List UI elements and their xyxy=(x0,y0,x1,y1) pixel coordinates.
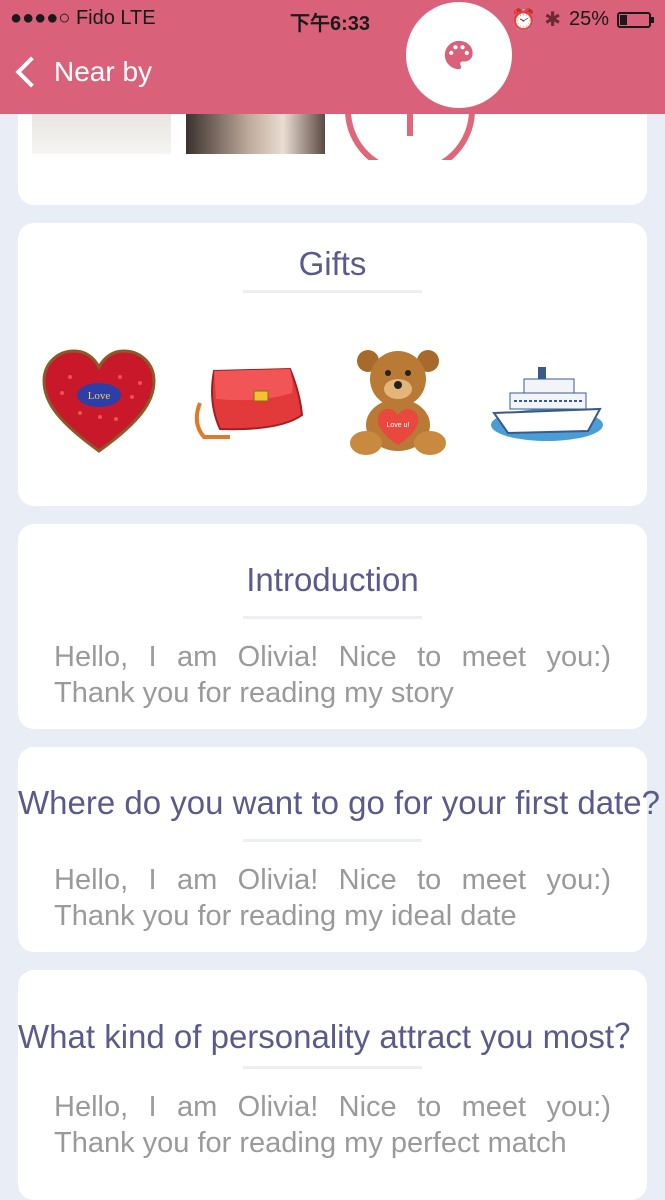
gifts-card: Gifts Love Love u! xyxy=(18,223,647,506)
photo-thumbnail[interactable] xyxy=(32,114,171,154)
svg-text:Love u!: Love u! xyxy=(387,422,410,429)
theme-button[interactable] xyxy=(406,2,512,108)
battery-icon xyxy=(617,11,654,28)
status-bar: ●●●●○ Fido LTE 下午6:33 ⏰ ✱ 25% xyxy=(0,0,665,38)
title-divider xyxy=(243,839,422,842)
personality-title: What kind of personality attract you mos… xyxy=(18,1018,648,1055)
title-divider xyxy=(243,1066,422,1069)
teddy-bear-gift-icon[interactable]: Love u! xyxy=(346,347,450,459)
personality-text: Hello, I am Olivia! Nice to meet you:) T… xyxy=(54,1091,611,1159)
first-date-title: Where do you want to go for your first d… xyxy=(18,784,661,821)
clock: 下午6:33 xyxy=(290,13,371,35)
introduction-title: Introduction xyxy=(246,561,419,598)
bluetooth-icon: ✱ xyxy=(544,9,561,31)
introduction-text: Hello, I am Olivia! Nice to meet you:) T… xyxy=(54,641,611,709)
back-button[interactable]: Near by xyxy=(12,56,152,88)
first-date-card: Where do you want to go for your first d… xyxy=(18,747,661,952)
cruise-ship-gift-icon[interactable] xyxy=(488,359,606,445)
title-divider xyxy=(243,616,422,619)
battery-percent: 25% xyxy=(568,8,609,30)
palette-icon xyxy=(444,40,473,70)
heart-gift-icon[interactable]: Love xyxy=(40,347,158,457)
introduction-card: Introduction Hello, I am Olivia! Nice to… xyxy=(18,524,647,729)
handbag-gift-icon[interactable] xyxy=(190,363,308,443)
gifts-title: Gifts xyxy=(298,245,367,282)
back-label: Near by xyxy=(54,56,153,87)
alarm-icon: ⏰ xyxy=(511,9,537,31)
personality-card: What kind of personality attract you mos… xyxy=(18,970,647,1200)
carrier-label: ●●●●○ Fido LTE xyxy=(10,7,156,29)
svg-text:Love: Love xyxy=(88,390,111,402)
status-icons: ⏰ ✱ 25% xyxy=(511,7,654,32)
top-bar: ●●●●○ Fido LTE 下午6:33 ⏰ ✱ 25% Near by xyxy=(0,0,665,114)
title-divider xyxy=(243,290,422,293)
photo-thumbnail[interactable] xyxy=(186,114,325,154)
chevron-left-icon xyxy=(15,56,47,88)
first-date-text: Hello, I am Olivia! Nice to meet you:) T… xyxy=(54,864,611,932)
